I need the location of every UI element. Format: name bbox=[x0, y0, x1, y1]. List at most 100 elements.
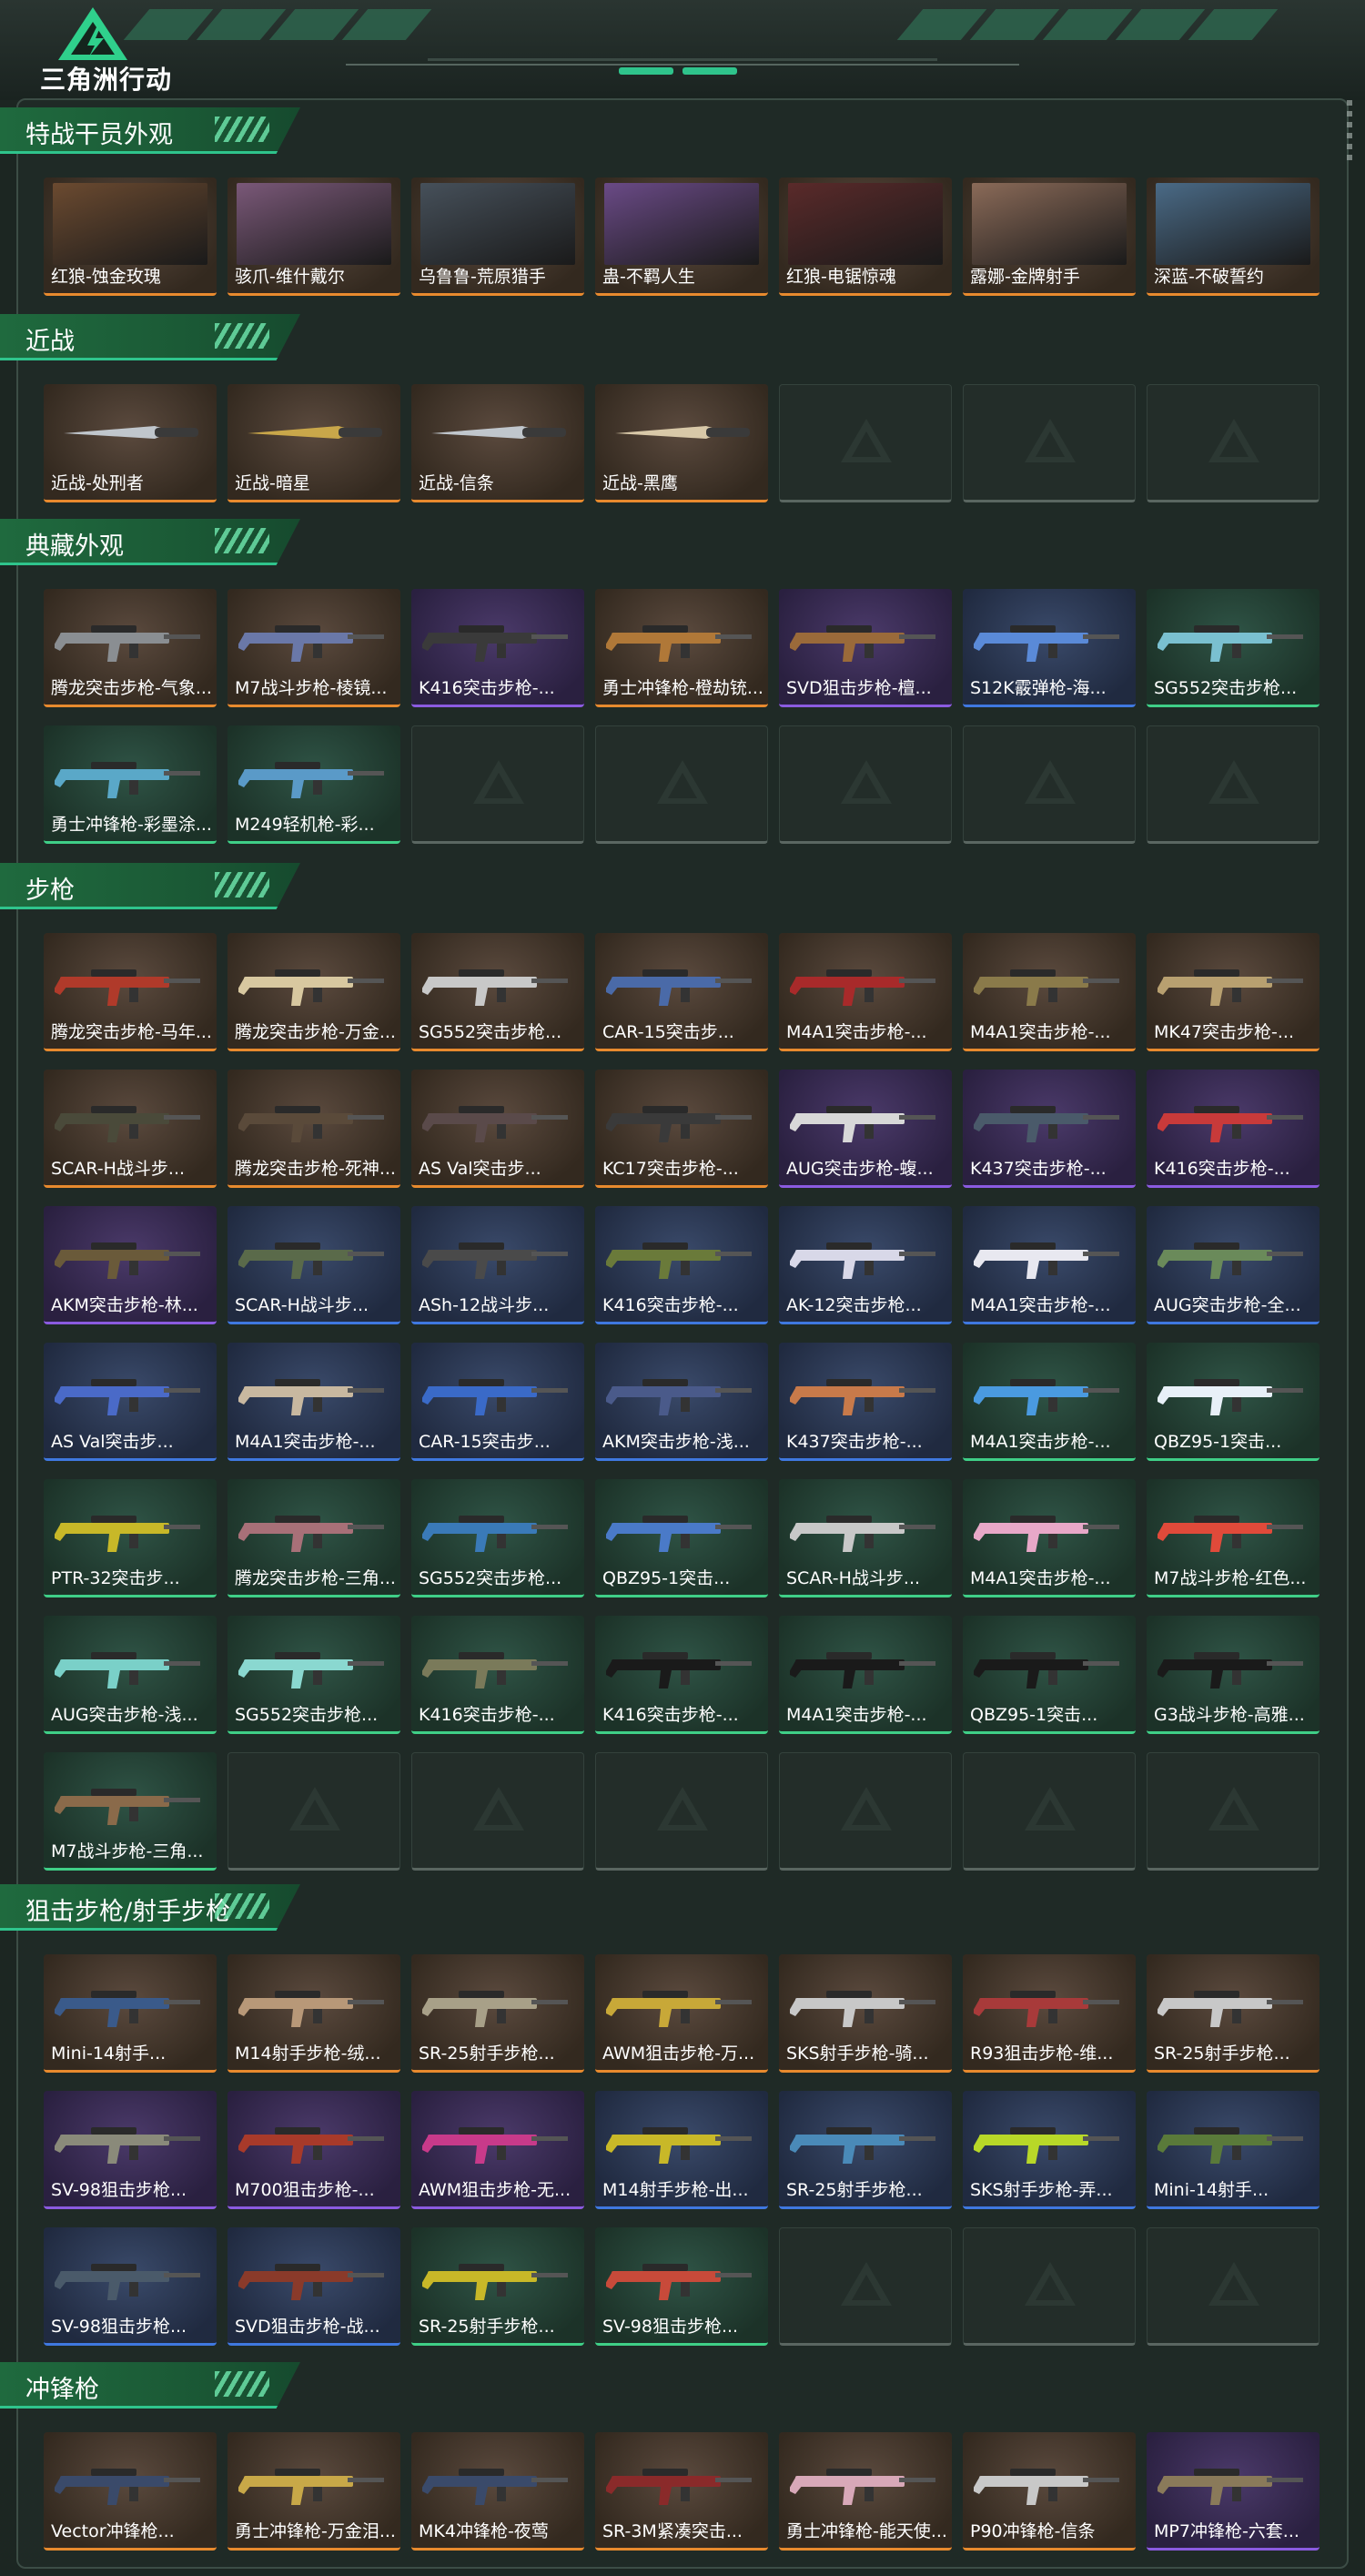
operator-skin-card[interactable]: 骇爪-维什戴尔 bbox=[228, 177, 400, 296]
weapon-skin-card[interactable]: K416突击步枪-... bbox=[411, 589, 584, 707]
weapon-skin-card[interactable]: M4A1突击步枪-... bbox=[228, 1343, 400, 1461]
weapon-skin-card[interactable]: M4A1突击步枪-... bbox=[963, 933, 1136, 1051]
weapon-skin-card[interactable]: SG552突击步枪... bbox=[1147, 589, 1320, 707]
weapon-skin-card[interactable]: SCAR-H战斗步... bbox=[44, 1070, 217, 1188]
weapon-skin-card[interactable]: Mini-14射手... bbox=[44, 1954, 217, 2073]
weapon-skin-card[interactable]: M4A1突击步枪-... bbox=[779, 933, 952, 1051]
weapon-skin-card[interactable]: MK4冲锋枪-夜莺 bbox=[411, 2432, 584, 2551]
weapon-skin-card[interactable]: SV-98狙击步枪... bbox=[44, 2227, 217, 2346]
operator-skin-card[interactable]: 深蓝-不破誓约 bbox=[1147, 177, 1320, 296]
operator-skin-card[interactable]: 红狼-电锯惊魂 bbox=[779, 177, 952, 296]
operator-skin-card[interactable]: 红狼-蚀金玫瑰 bbox=[44, 177, 217, 296]
weapon-skin-card[interactable]: 勇士冲锋枪-能天使... bbox=[779, 2432, 952, 2551]
weapon-skin-card[interactable]: SG552突击步枪... bbox=[411, 933, 584, 1051]
weapon-skin-card[interactable]: 勇士冲锋枪-万金泪... bbox=[228, 2432, 400, 2551]
weapon-skin-card[interactable]: 腾龙突击步枪-三角... bbox=[228, 1479, 400, 1597]
weapon-skin-card[interactable]: SR-25射手步枪... bbox=[411, 1954, 584, 2073]
weapon-skin-card[interactable]: QBZ95-1突击... bbox=[1147, 1343, 1320, 1461]
weapon-skin-card[interactable]: K416突击步枪-... bbox=[595, 1206, 768, 1324]
knife-image bbox=[431, 426, 566, 439]
weapon-skin-card[interactable]: M4A1突击步枪-... bbox=[963, 1479, 1136, 1597]
weapon-skin-card[interactable]: M4A1突击步枪-... bbox=[779, 1616, 952, 1734]
weapon-skin-card[interactable]: SG552突击步枪... bbox=[411, 1479, 584, 1597]
weapon-skin-card[interactable]: SG552突击步枪... bbox=[228, 1616, 400, 1734]
weapon-skin-card[interactable]: MK47突击步枪-... bbox=[1147, 933, 1320, 1051]
weapon-skin-card[interactable]: Mini-14射手... bbox=[1147, 2091, 1320, 2209]
weapon-skin-card[interactable]: QBZ95-1突击... bbox=[595, 1479, 768, 1597]
empty-slot-logo-icon bbox=[1025, 419, 1076, 462]
weapon-skin-card[interactable]: AUG突击步枪-浅... bbox=[44, 1616, 217, 1734]
weapon-skin-card[interactable]: P90冲锋枪-信条 bbox=[963, 2432, 1136, 2551]
weapon-skin-card[interactable]: 腾龙突击步枪-马年... bbox=[44, 933, 217, 1051]
empty-slot bbox=[963, 725, 1136, 844]
weapon-skin-card[interactable]: M249轻机枪-彩... bbox=[228, 725, 400, 844]
scrollbar[interactable] bbox=[1347, 100, 1352, 164]
weapon-skin-card[interactable]: M700狙击步枪-... bbox=[228, 2091, 400, 2209]
weapon-skin-card[interactable]: 腾龙突击步枪-万金... bbox=[228, 933, 400, 1051]
weapon-skin-card[interactable]: 勇士冲锋枪-彩墨涂... bbox=[44, 725, 217, 844]
weapon-skin-card[interactable]: M14射手步枪-绒... bbox=[228, 1954, 400, 2073]
weapon-skin-card[interactable]: Vector冲锋枪... bbox=[44, 2432, 217, 2551]
weapon-skin-card[interactable]: SCAR-H战斗步... bbox=[228, 1206, 400, 1324]
weapon-skin-card[interactable]: SKS射手步枪-弄... bbox=[963, 2091, 1136, 2209]
weapon-skin-card[interactable]: SVD狙击步枪-战... bbox=[228, 2227, 400, 2346]
weapon-image bbox=[422, 1106, 568, 1142]
weapon-skin-card[interactable]: AUG突击步枪-蝮... bbox=[779, 1070, 952, 1188]
weapon-skin-card[interactable]: SCAR-H战斗步... bbox=[779, 1479, 952, 1597]
card-label: AKM突击步枪-林... bbox=[51, 1295, 198, 1315]
weapon-skin-card[interactable]: AS Val突击步... bbox=[44, 1343, 217, 1461]
weapon-skin-card[interactable]: SR-25射手步枪... bbox=[779, 2091, 952, 2209]
weapon-skin-card[interactable]: K416突击步枪-... bbox=[411, 1616, 584, 1734]
weapon-skin-card[interactable]: AWM狙击步枪-万... bbox=[595, 1954, 768, 2073]
weapon-image bbox=[55, 1789, 200, 1825]
weapon-skin-card[interactable]: SV-98狙击步枪... bbox=[44, 2091, 217, 2209]
weapon-skin-card[interactable]: K437突击步枪-... bbox=[779, 1343, 952, 1461]
weapon-image bbox=[238, 1991, 384, 2027]
weapon-skin-card[interactable]: K416突击步枪-... bbox=[1147, 1070, 1320, 1188]
weapon-image bbox=[974, 1242, 1119, 1279]
weapon-skin-card[interactable]: M7战斗步枪-棱镜... bbox=[228, 589, 400, 707]
weapon-skin-card[interactable]: QBZ95-1突击... bbox=[963, 1616, 1136, 1734]
weapon-skin-card[interactable]: 勇士冲锋枪-橙劫铳... bbox=[595, 589, 768, 707]
weapon-skin-card[interactable]: M7战斗步枪-红色... bbox=[1147, 1479, 1320, 1597]
operator-skin-card[interactable]: 蛊-不羁人生 bbox=[595, 177, 768, 296]
weapon-skin-card[interactable]: ASh-12战斗步... bbox=[411, 1206, 584, 1324]
weapon-skin-card[interactable]: 腾龙突击步枪-气象... bbox=[44, 589, 217, 707]
weapon-skin-card[interactable]: SR-25射手步枪... bbox=[1147, 1954, 1320, 2073]
weapon-skin-card[interactable]: AUG突击步枪-全... bbox=[1147, 1206, 1320, 1324]
weapon-skin-card[interactable]: SV-98狙击步枪... bbox=[595, 2227, 768, 2346]
weapon-skin-card[interactable]: PTR-32突击步... bbox=[44, 1479, 217, 1597]
weapon-skin-card[interactable]: AS Val突击步... bbox=[411, 1070, 584, 1188]
weapon-skin-card[interactable]: 近战-处刑者 bbox=[44, 384, 217, 502]
weapon-skin-card[interactable]: KC17突击步枪-... bbox=[595, 1070, 768, 1188]
weapon-skin-card[interactable]: G3战斗步枪-高雅... bbox=[1147, 1616, 1320, 1734]
weapon-skin-card[interactable]: M4A1突击步枪-... bbox=[963, 1343, 1136, 1461]
weapon-skin-card[interactable]: AK-12突击步枪... bbox=[779, 1206, 952, 1324]
operator-skin-card[interactable]: 乌鲁鲁-荒原猎手 bbox=[411, 177, 584, 296]
weapon-image bbox=[55, 1106, 200, 1142]
weapon-skin-card[interactable]: AKM突击步枪-浅... bbox=[595, 1343, 768, 1461]
weapon-skin-card[interactable]: SR-3M紧凑突击... bbox=[595, 2432, 768, 2551]
weapon-skin-card[interactable]: 近战-信条 bbox=[411, 384, 584, 502]
weapon-skin-card[interactable]: SR-25射手步枪... bbox=[411, 2227, 584, 2346]
weapon-skin-card[interactable]: CAR-15突击步... bbox=[595, 933, 768, 1051]
weapon-skin-card[interactable]: MP7冲锋枪-六套... bbox=[1147, 2432, 1320, 2551]
weapon-skin-card[interactable]: K416突击步枪-... bbox=[595, 1616, 768, 1734]
weapon-skin-card[interactable]: M4A1突击步枪-... bbox=[963, 1206, 1136, 1324]
card-label: 腾龙突击步枪-万金... bbox=[235, 1022, 395, 1042]
weapon-skin-card[interactable]: M7战斗步枪-三角... bbox=[44, 1752, 217, 1871]
weapon-skin-card[interactable]: R93狙击步枪-维... bbox=[963, 1954, 1136, 2073]
weapon-skin-card[interactable]: SVD狙击步枪-檀... bbox=[779, 589, 952, 707]
operator-skin-card[interactable]: 露娜-金牌射手 bbox=[963, 177, 1136, 296]
weapon-skin-card[interactable]: 腾龙突击步枪-死神... bbox=[228, 1070, 400, 1188]
weapon-skin-card[interactable]: SKS射手步枪-骑... bbox=[779, 1954, 952, 2073]
card-label: AS Val突击步... bbox=[419, 1159, 541, 1179]
weapon-skin-card[interactable]: CAR-15突击步... bbox=[411, 1343, 584, 1461]
weapon-skin-card[interactable]: K437突击步枪-... bbox=[963, 1070, 1136, 1188]
weapon-skin-card[interactable]: M14射手步枪-出... bbox=[595, 2091, 768, 2209]
weapon-skin-card[interactable]: 近战-暗星 bbox=[228, 384, 400, 502]
weapon-skin-card[interactable]: AKM突击步枪-林... bbox=[44, 1206, 217, 1324]
weapon-skin-card[interactable]: 近战-黑鹰 bbox=[595, 384, 768, 502]
weapon-skin-card[interactable]: AWM狙击步枪-无... bbox=[411, 2091, 584, 2209]
weapon-skin-card[interactable]: S12K霰弹枪-海... bbox=[963, 589, 1136, 707]
